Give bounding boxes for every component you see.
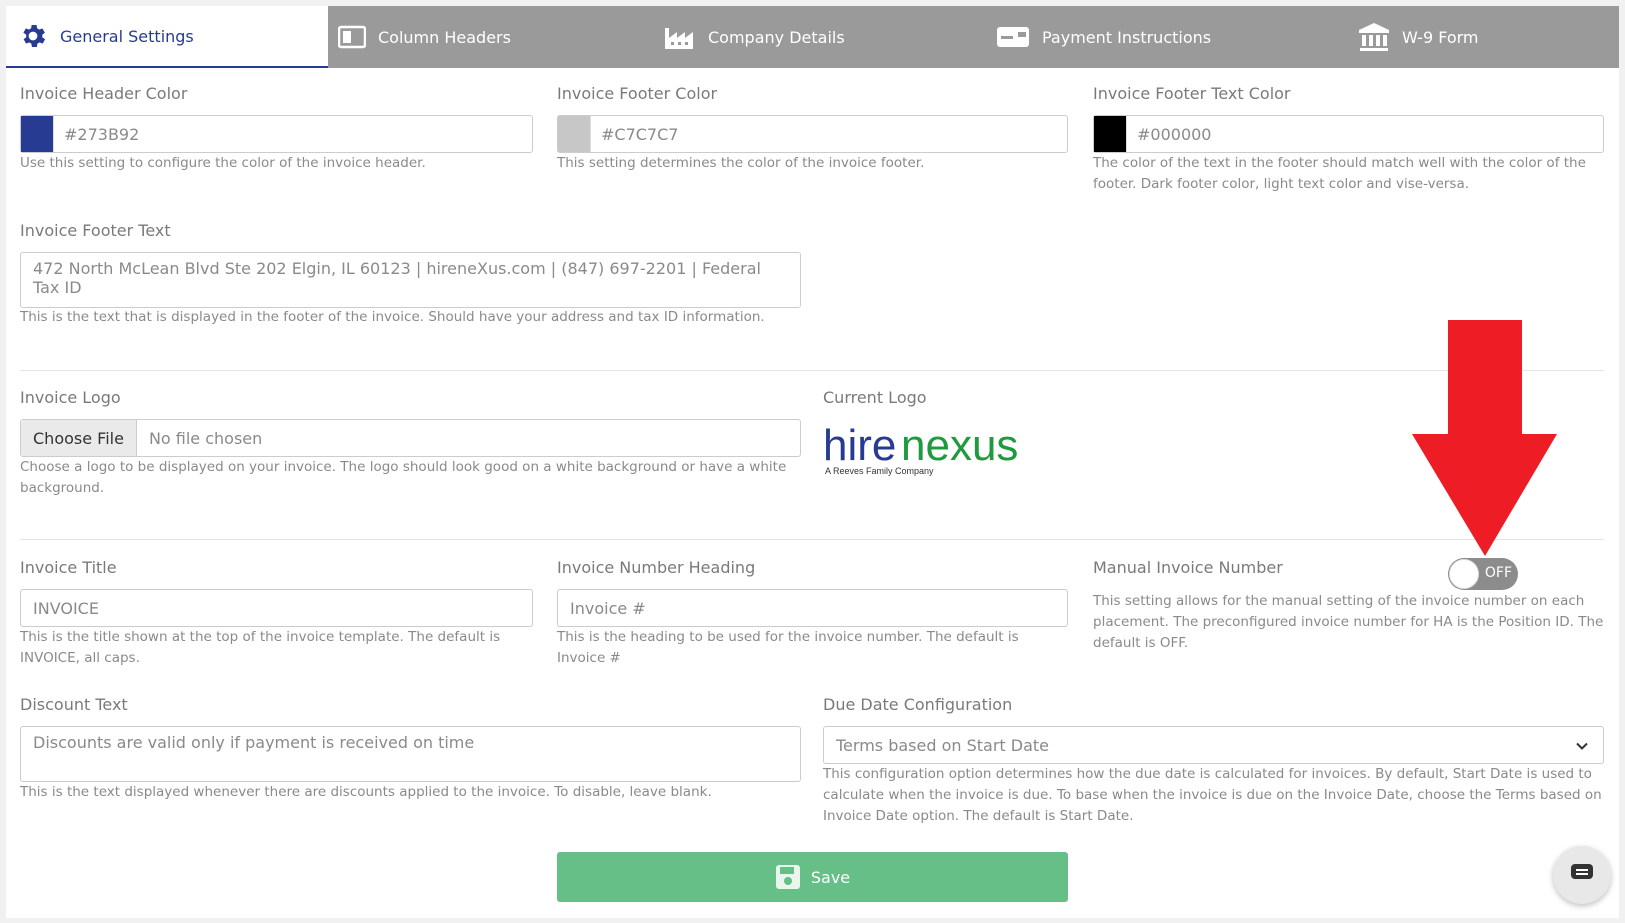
current-logo-label: Current Logo xyxy=(823,388,927,407)
footer-text-label: Invoice Footer Text xyxy=(20,221,171,240)
logo-text-hire: hire xyxy=(823,421,896,470)
footer-text-input[interactable]: 472 North McLean Blvd Ste 202 Elgin, IL … xyxy=(20,252,801,308)
footer-color-value[interactable]: #C7C7C7 xyxy=(590,116,1067,152)
footer-color-label: Invoice Footer Color xyxy=(557,84,718,103)
discount-text-help: This is the text displayed whenever ther… xyxy=(20,784,712,800)
current-logo-image: hire nexus A Reeves Family Company xyxy=(823,412,1033,486)
due-date-help: This configuration option determines how… xyxy=(823,766,1602,824)
number-heading-input[interactable]: Invoice # xyxy=(557,589,1068,627)
header-color-picker[interactable]: #273B92 xyxy=(20,115,533,153)
bank-icon xyxy=(1358,22,1390,52)
manual-number-label: Manual Invoice Number xyxy=(1093,558,1283,577)
section-divider xyxy=(20,370,1604,371)
header-color-label: Invoice Header Color xyxy=(20,84,188,103)
tab-company-details[interactable]: Company Details xyxy=(664,6,845,68)
invoice-title-help: This is the title shown at the top of th… xyxy=(20,629,501,666)
invoice-logo-help: Choose a logo to be displayed on your in… xyxy=(20,459,787,496)
manual-number-help: This setting allows for the manual setti… xyxy=(1093,593,1604,651)
tab-label: Company Details xyxy=(708,27,845,47)
toggle-knob xyxy=(1449,559,1479,589)
manual-number-toggle[interactable]: OFF xyxy=(1448,558,1518,590)
footer-text-color-label: Invoice Footer Text Color xyxy=(1093,84,1291,103)
file-status: No file chosen xyxy=(148,428,263,448)
logo-file-input[interactable]: Choose File No file chosen xyxy=(20,419,801,457)
chat-icon xyxy=(1570,863,1594,887)
tab-label: Payment Instructions xyxy=(1042,27,1212,47)
invoice-logo-label: Invoice Logo xyxy=(20,388,121,407)
payment-card-icon xyxy=(996,25,1030,49)
invoice-title-label: Invoice Title xyxy=(20,558,117,577)
tab-column-headers[interactable]: Column Headers xyxy=(338,6,511,68)
choose-file-button[interactable]: Choose File xyxy=(21,420,137,456)
logo-tagline: A Reeves Family Company xyxy=(825,466,934,476)
header-color-help: Use this setting to configure the color … xyxy=(20,155,426,171)
due-date-value: Terms based on Start Date xyxy=(836,735,1050,755)
gear-icon xyxy=(18,21,48,51)
number-heading-label: Invoice Number Heading xyxy=(557,558,756,577)
due-date-label: Due Date Configuration xyxy=(823,695,1013,714)
discount-text-label: Discount Text xyxy=(20,695,128,714)
footer-text-help: This is the text that is displayed in th… xyxy=(20,309,765,325)
tab-label: General Settings xyxy=(60,26,194,46)
columns-icon xyxy=(338,25,366,49)
footer-text-color-picker[interactable]: #000000 xyxy=(1093,115,1604,153)
chat-button[interactable] xyxy=(1553,846,1611,904)
save-button[interactable]: Save xyxy=(557,852,1068,902)
toggle-state: OFF xyxy=(1484,565,1512,581)
footer-text-color-value[interactable]: #000000 xyxy=(1126,116,1603,152)
factory-icon xyxy=(664,24,696,50)
footer-color-help: This setting determines the color of the… xyxy=(557,155,925,171)
section-divider xyxy=(20,539,1604,540)
number-heading-help: This is the heading to be used for the i… xyxy=(557,629,1019,666)
invoice-title-input[interactable]: INVOICE xyxy=(20,589,533,627)
tab-payment-instructions[interactable]: Payment Instructions xyxy=(996,6,1211,68)
discount-text-input[interactable]: Discounts are valid only if payment is r… xyxy=(20,726,801,782)
logo-text-nexus: nexus xyxy=(901,421,1018,470)
tab-label: W-9 Form xyxy=(1402,27,1479,47)
due-date-select[interactable]: Terms based on Start Date xyxy=(823,726,1604,764)
header-color-value[interactable]: #273B92 xyxy=(53,116,532,152)
save-label: Save xyxy=(810,867,851,887)
floppy-disk-icon xyxy=(775,864,801,890)
tab-general-settings[interactable]: General Settings xyxy=(6,6,328,68)
footer-text-color-chip[interactable] xyxy=(1094,116,1126,152)
tab-w9-form[interactable]: W-9 Form xyxy=(1358,6,1479,68)
footer-color-picker[interactable]: #C7C7C7 xyxy=(557,115,1068,153)
red-arrow-annotation xyxy=(1412,320,1557,562)
footer-text-color-help: The color of the text in the footer shou… xyxy=(1093,155,1586,192)
footer-color-chip[interactable] xyxy=(558,116,590,152)
tab-label: Column Headers xyxy=(378,27,511,47)
header-color-chip[interactable] xyxy=(21,116,53,152)
chevron-down-icon xyxy=(1575,738,1589,757)
